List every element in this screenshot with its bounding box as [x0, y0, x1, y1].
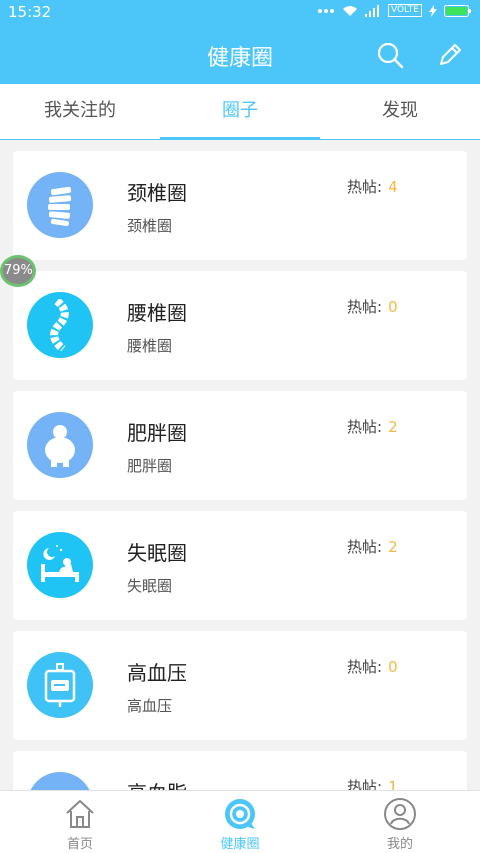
wifi-icon: [342, 5, 357, 16]
app-header: 15:32 VOLTE 健康圈: [0, 0, 480, 84]
nav-health-circle[interactable]: 健康圈: [160, 791, 320, 853]
hot-number: 0: [388, 658, 398, 676]
circle-title: 颈椎圈: [127, 181, 187, 205]
hot-label: 热帖:: [347, 178, 383, 196]
circle-card-hyperlipidemia[interactable]: 高血脂 热帖: 1: [13, 751, 467, 790]
home-icon: [66, 800, 94, 828]
hot-label: 热帖:: [347, 778, 383, 790]
circle-title: 肥胖圈: [127, 421, 187, 445]
floating-speed-bubble[interactable]: 79%: [0, 255, 38, 287]
edit-post-button[interactable]: [435, 40, 465, 70]
circle-card-insomnia[interactable]: 失眠圈 失眠圈 热帖: 2: [13, 511, 467, 620]
hot-label: 热帖:: [347, 418, 383, 436]
circle-subtitle: 失眠圈: [127, 577, 173, 595]
hot-number: 1: [388, 778, 398, 790]
hot-number: 2: [388, 418, 398, 436]
circle-card-obesity[interactable]: 肥胖圈 肥胖圈 热帖: 2: [13, 391, 467, 500]
status-time: 15:32: [8, 3, 52, 21]
nav-profile[interactable]: 我的: [320, 791, 480, 853]
hot-number: 0: [388, 298, 398, 316]
circle-title: 失眠圈: [127, 541, 187, 565]
search-icon: [377, 42, 404, 69]
hot-post-count: 热帖: 0: [347, 656, 398, 677]
tab-circles[interactable]: 圈子: [160, 84, 320, 140]
charging-icon: [429, 4, 437, 17]
lumbar-spine-icon: [27, 292, 93, 358]
hot-label: 热帖:: [347, 658, 383, 676]
health-circle-icon: [225, 799, 255, 829]
hot-label: 热帖:: [347, 538, 383, 556]
circle-title: 腰椎圈: [127, 301, 187, 325]
circle-subtitle: 高血压: [127, 697, 173, 715]
circle-title: 高血压: [127, 661, 187, 685]
tab-discover[interactable]: 发现: [320, 84, 480, 139]
circle-card-cervical[interactable]: 颈椎圈 颈椎圈 热帖: 4: [13, 151, 467, 260]
user-icon: [384, 798, 416, 830]
search-button[interactable]: [375, 40, 405, 70]
hot-number: 2: [388, 538, 398, 556]
battery-icon: [444, 4, 471, 17]
bottom-nav: 首页 健康圈 我的: [0, 790, 480, 853]
hot-post-count: 热帖: 2: [347, 416, 398, 437]
circle-subtitle: 腰椎圈: [127, 337, 173, 355]
tab-following[interactable]: 我关注的: [0, 84, 160, 139]
hot-number: 4: [388, 178, 398, 196]
hot-post-count: 热帖: 2: [347, 536, 398, 557]
nav-home[interactable]: 首页: [0, 791, 160, 853]
bubble-percent: 79%: [4, 263, 33, 278]
circle-subtitle: 颈椎圈: [127, 217, 173, 235]
dots-icon: [317, 8, 334, 13]
hot-post-count: 热帖: 1: [347, 776, 398, 790]
blood-pressure-bag-icon: [27, 652, 93, 718]
status-icons: VOLTE: [317, 4, 472, 17]
volte-label: VOLTE: [387, 4, 422, 17]
pencil-icon: [440, 44, 461, 65]
cervical-spine-icon: [27, 172, 93, 238]
hot-label: 热帖:: [347, 298, 383, 316]
page-title: 健康圈: [206, 46, 273, 71]
tab-bar: 我关注的 圈子 发现: [0, 84, 480, 140]
hot-post-count: 热帖: 0: [347, 296, 398, 317]
circle-card-hypertension[interactable]: 高血压 高血压 热帖: 0: [13, 631, 467, 740]
circle-list[interactable]: 颈椎圈 颈椎圈 热帖: 4 腰椎圈 腰椎圈 热帖: 0 肥胖圈 肥胖圈 热帖: 2: [0, 140, 480, 790]
signal-icon: [364, 4, 379, 17]
circle-title: 高血脂: [127, 777, 187, 790]
nav-profile-label: 我的: [386, 837, 413, 852]
nav-home-label: 首页: [66, 837, 93, 852]
status-bar: 15:32 VOLTE: [0, 0, 480, 26]
circle-card-lumbar[interactable]: 腰椎圈 腰椎圈 热帖: 0: [13, 271, 467, 380]
obesity-icon: [27, 412, 93, 478]
nav-health-circle-label: 健康圈: [220, 837, 260, 852]
insomnia-bed-icon: [27, 532, 93, 598]
hot-post-count: 热帖: 4: [347, 176, 398, 197]
circle-subtitle: 肥胖圈: [127, 457, 173, 475]
blood-lipid-icon: [27, 772, 93, 790]
